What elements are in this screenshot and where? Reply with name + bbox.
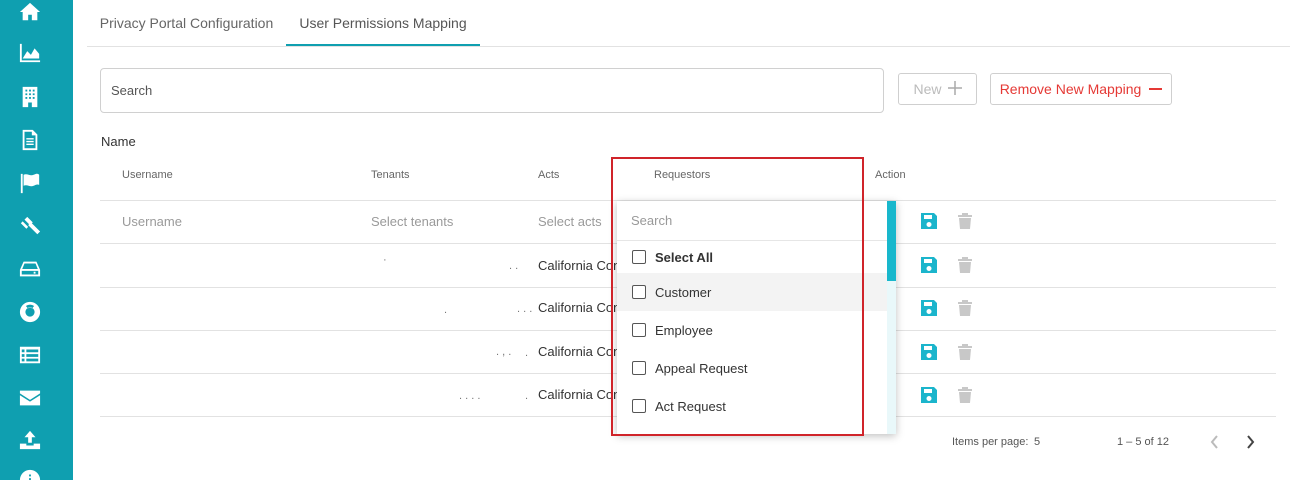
option-label: Customer — [655, 284, 712, 300]
checkbox[interactable] — [632, 323, 646, 337]
requestor-option-customer[interactable]: Customer — [617, 273, 887, 311]
header-tenants: Tenants — [371, 169, 410, 181]
row-1-acts-dots: . . — [509, 260, 519, 272]
building-icon[interactable] — [18, 85, 42, 109]
requestor-option-select-all[interactable]: Select All — [617, 238, 887, 276]
requestor-option-act-request[interactable]: Act Request — [617, 387, 887, 425]
save-icon[interactable] — [920, 299, 938, 317]
plus-icon — [947, 80, 962, 98]
row-4-acts-dots: . — [525, 390, 529, 402]
save-icon[interactable] — [920, 343, 938, 361]
remove-button-label: Remove New Mapping — [999, 81, 1142, 97]
new-button[interactable]: New — [898, 73, 977, 105]
row-3-tenants: . , . — [496, 346, 512, 358]
checkbox[interactable] — [632, 250, 646, 264]
row-4-acts[interactable]: California Con — [538, 387, 620, 402]
area-chart-icon[interactable] — [18, 41, 42, 65]
header-action: Action — [875, 169, 906, 181]
acts-select[interactable]: Select acts — [538, 214, 602, 229]
delete-icon[interactable] — [956, 386, 974, 404]
list-icon[interactable] — [18, 343, 42, 367]
username-input[interactable]: Username — [122, 214, 182, 229]
save-icon[interactable] — [920, 212, 938, 230]
save-icon[interactable] — [920, 256, 938, 274]
header-acts: Acts — [538, 169, 560, 181]
option-label: Act Request — [655, 398, 726, 414]
option-label: Appeal Request — [655, 360, 748, 376]
row-2-acts-dots: . . . — [517, 303, 533, 315]
section-name-label: Name — [101, 134, 136, 149]
delete-icon[interactable] — [956, 299, 974, 317]
remove-new-mapping-button[interactable]: Remove New Mapping — [990, 73, 1172, 105]
delete-icon[interactable] — [956, 256, 974, 274]
row-2-acts[interactable]: California Con — [538, 300, 620, 315]
requestors-search-input[interactable] — [617, 201, 887, 241]
option-label: Employee — [655, 322, 713, 338]
life-ring-icon[interactable] — [18, 300, 42, 324]
upload-icon[interactable] — [18, 428, 42, 452]
requestor-option-employee[interactable]: Employee — [617, 311, 887, 349]
delete-icon[interactable] — [956, 212, 974, 230]
dropdown-scrollbar-thumb[interactable] — [887, 201, 896, 281]
items-per-page-label: Items per page: — [952, 436, 1029, 448]
hard-drive-icon[interactable] — [18, 257, 42, 281]
row-4-tenants: . . . . — [459, 390, 481, 402]
tenants-select[interactable]: Select tenants — [371, 214, 453, 229]
sidebar — [0, 0, 73, 480]
tab-user-permissions-mapping[interactable]: User Permissions Mapping — [286, 0, 480, 46]
search-input[interactable] — [100, 68, 884, 113]
requestor-option-appeal-request[interactable]: Appeal Request — [617, 349, 887, 387]
gavel-icon[interactable] — [18, 214, 42, 238]
row-2-tenants: . — [444, 304, 448, 316]
new-button-label: New — [913, 81, 942, 97]
tab-privacy-portal-configuration[interactable]: Privacy Portal Configuration — [87, 0, 286, 46]
info-icon[interactable] — [18, 468, 42, 480]
envelope-icon[interactable] — [18, 386, 42, 410]
save-icon[interactable] — [920, 386, 938, 404]
header-requestors: Requestors — [654, 169, 711, 181]
tab-bar: Privacy Portal Configuration User Permis… — [87, 0, 1290, 47]
row-3-acts[interactable]: California Con — [538, 344, 620, 359]
page-range: 1 – 5 of 12 — [1117, 436, 1169, 448]
delete-icon[interactable] — [956, 343, 974, 361]
option-label: Select All — [655, 249, 714, 265]
row-3-acts-dots: . — [525, 347, 529, 359]
next-page-icon[interactable] — [1241, 432, 1259, 452]
header-username: Username — [122, 169, 173, 181]
previous-page-icon[interactable] — [1206, 432, 1224, 452]
flag-icon[interactable] — [18, 171, 42, 195]
minus-icon — [1149, 88, 1163, 90]
checkbox[interactable] — [632, 399, 646, 413]
checkbox[interactable] — [632, 285, 646, 299]
requestors-dropdown: Select All Customer Employee Appeal Requ… — [617, 201, 896, 434]
document-icon[interactable] — [18, 128, 42, 152]
items-per-page-select[interactable]: 5 — [1034, 436, 1040, 448]
row-1-tenants: · — [383, 254, 387, 266]
home-icon[interactable] — [18, 0, 42, 24]
checkbox[interactable] — [632, 361, 646, 375]
row-1-acts[interactable]: California Con — [538, 258, 620, 273]
